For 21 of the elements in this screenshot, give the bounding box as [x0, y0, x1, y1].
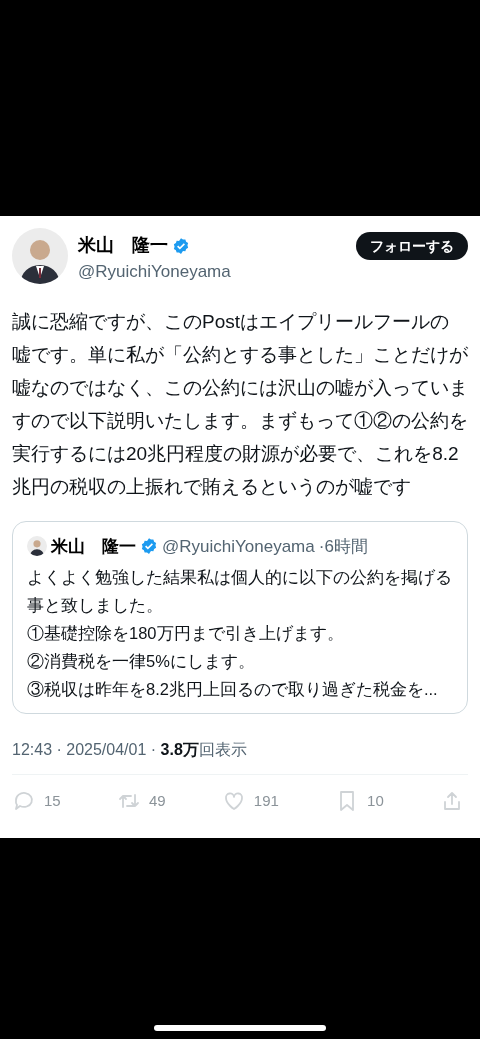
quote-text-line: ③税収は昨年を8.2兆円上回るので取り過ぎた税金を... — [27, 679, 439, 700]
author-handle: @RyuichiYoneyama — [78, 261, 231, 283]
repost-button[interactable]: 49 — [116, 789, 166, 813]
reply-button[interactable]: 15 — [12, 789, 61, 813]
author-handle: @RyuichiYoneyama — [162, 535, 315, 558]
post-text: 誠に恐縮ですが、このPostはエイプリールフールの嘘です。単に私が「公約とする事とした」ことだけが嘘なのではなく、この公約には沢山の嘘が入っていますので以下説明いたします。まずもって①②の公約を実行するには20兆円程度の財源が必要で、これを8.2兆円の税収の上振れで賄えるというのが嘘です — [12, 309, 468, 499]
author-name: 米山 隆一 — [51, 535, 136, 558]
post-meta: 12:43 · 2025/04/01 · 3.8万回表示 — [12, 740, 248, 760]
avatar — [12, 228, 68, 284]
like-button[interactable]: 191 — [221, 789, 279, 813]
author-name: 米山 隆一 — [78, 234, 168, 257]
quoted-post[interactable]: 米山 隆一 @RyuichiYoneyama ·6時間 よくよく勉強した結果私は個人的に以下の公約を掲げる事と致しました。 ①基礎控除を180万円まで引き上げます。 ②消費税を一律5%にします。 ③税収は昨年を8.2兆円上回るので取り過ぎた税金を... — [12, 520, 468, 714]
home-indicator[interactable] — [154, 1025, 326, 1031]
bookmark-button[interactable]: 10 — [335, 789, 384, 813]
quote-text-line: ②消費税を一律5%にします。 — [27, 651, 256, 672]
post-time: ·6時間 — [318, 535, 368, 558]
avatar — [27, 536, 47, 557]
reply-icon — [12, 789, 36, 813]
quote-text-line: ①基礎控除を180万円まで引き上げます。 — [27, 623, 345, 644]
quote-text-line: よくよく勉強した結果私は個人的に以下の公約を掲げる事と致しました。 — [27, 567, 453, 616]
follow-button[interactable]: フォローする — [356, 232, 468, 260]
